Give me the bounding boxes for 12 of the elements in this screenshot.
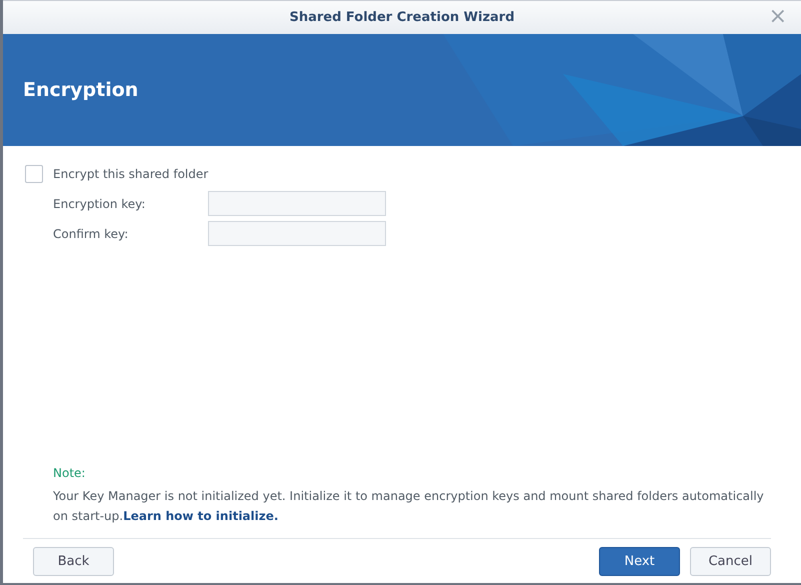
page-heading: Encryption: [23, 79, 138, 101]
cancel-button[interactable]: Cancel: [690, 547, 771, 576]
help-link[interactable]: Learn how to initialize.: [123, 509, 278, 523]
window-title: Shared Folder Creation Wizard: [289, 10, 515, 25]
next-button[interactable]: Next: [599, 547, 680, 576]
note-title: Note:: [53, 466, 86, 480]
back-button[interactable]: Back: [33, 547, 114, 576]
checkbox[interactable]: [25, 165, 43, 183]
field-label: Confirm key:: [53, 226, 130, 240]
checkbox-label[interactable]: Encrypt this shared folder: [53, 167, 208, 181]
field-label: Encryption key:: [53, 196, 146, 210]
note-text: Your Key Manager is not initialized yet. Initialize it to manage encryption keys and mount shared folders automatically on start-up.Learn how to initialize.: [53, 488, 765, 525]
